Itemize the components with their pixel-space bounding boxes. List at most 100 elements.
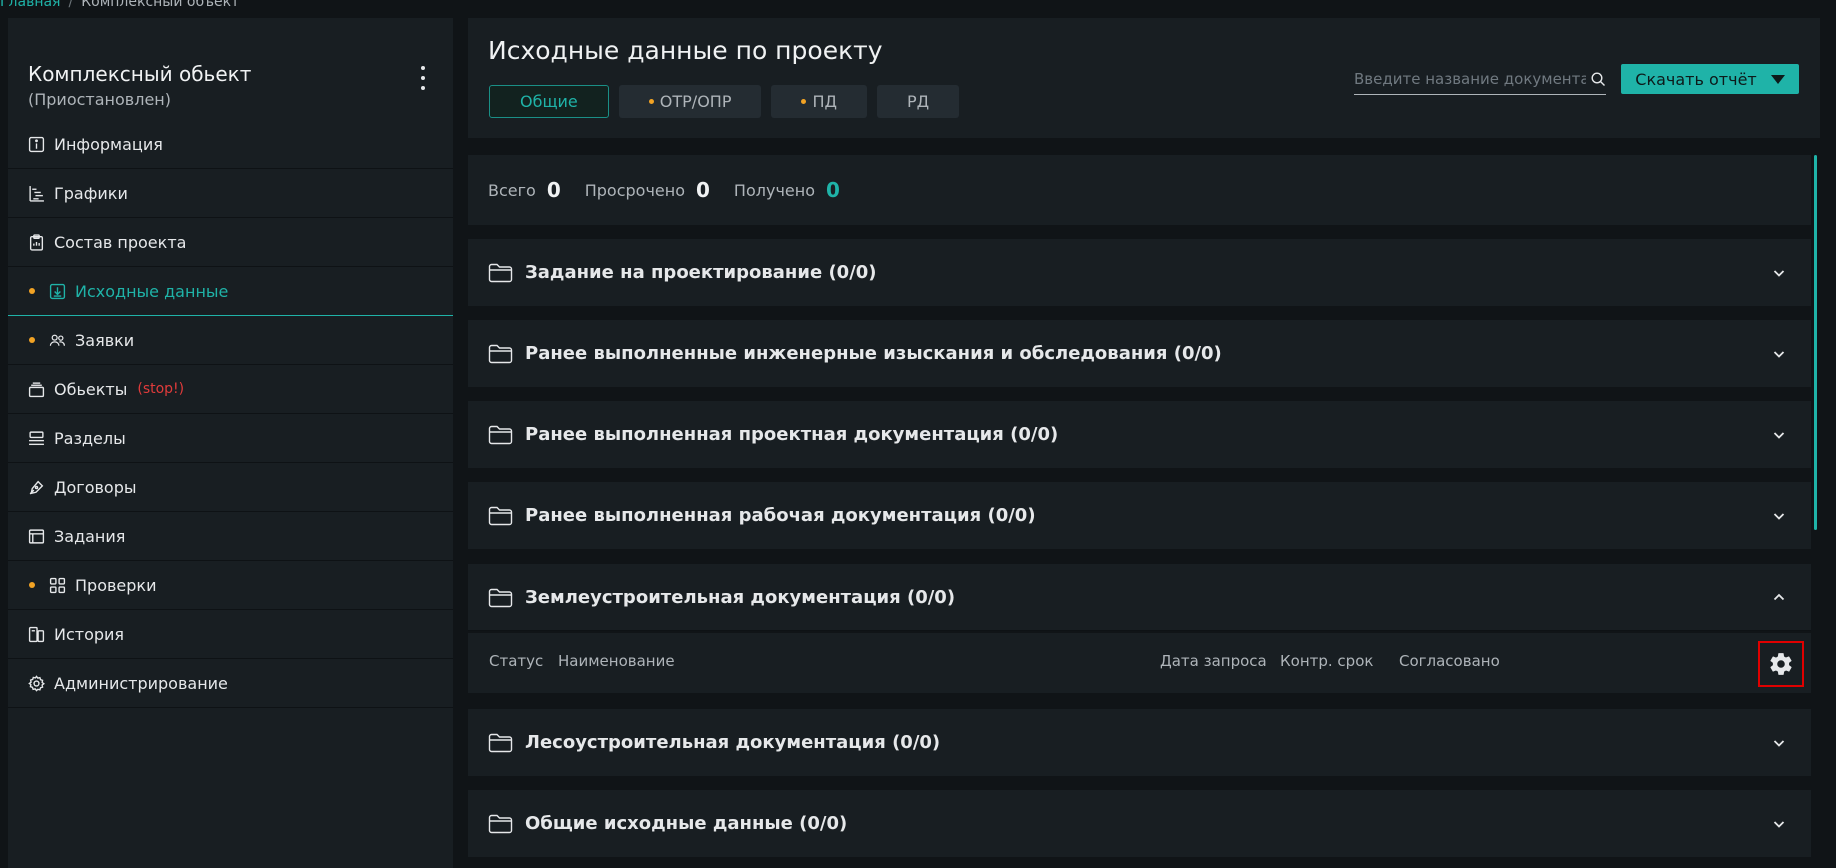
folder-icon — [488, 506, 513, 526]
section-table-header: Статус Наименование Дата запроса Контр. … — [468, 633, 1811, 693]
status-dot — [648, 99, 654, 104]
download-icon — [48, 282, 67, 301]
gear-icon — [1770, 653, 1792, 675]
section-title: Лесоустроительная документация (0/0) — [525, 732, 941, 753]
folder-icon — [488, 733, 513, 753]
tab-pd[interactable]: ПД — [771, 85, 867, 118]
section-title: Задание на проектирование (0/0) — [525, 262, 877, 283]
status-dot — [801, 99, 807, 104]
clipboard-icon — [27, 233, 46, 252]
overdue-label: Просрочено — [584, 180, 685, 200]
total-label: Всего — [488, 180, 536, 200]
history-icon — [27, 625, 46, 644]
tab-otr-opr[interactable]: ОТР/ОПР — [618, 85, 762, 118]
stop-badge: (stop!) — [137, 381, 185, 397]
section-forest-management[interactable]: Лесоустроительная документация (0/0) — [468, 709, 1811, 776]
sidebar-item-composition[interactable]: Состав проекта — [8, 218, 453, 267]
chevron-down-icon[interactable] — [1772, 428, 1786, 442]
chevron-down-icon[interactable] — [1772, 817, 1786, 831]
status-dot — [29, 582, 35, 588]
section-working-documentation[interactable]: Ранее выполненная рабочая документация (… — [468, 482, 1811, 549]
sidebar-item-label: Договоры — [54, 477, 137, 497]
document-search — [1354, 63, 1606, 95]
section-title: Ранее выполненная рабочая документация (… — [525, 505, 1036, 526]
folder-icon — [488, 814, 513, 834]
sidebar-item-charts[interactable]: Графики — [8, 169, 453, 218]
search-icon[interactable] — [1590, 71, 1606, 87]
gear-icon — [27, 674, 46, 693]
status-dot — [29, 337, 35, 343]
sidebar-header: Комплексный обьект (Приостановлен) — [8, 18, 453, 120]
column-agreed[interactable]: Согласовано — [1399, 652, 1500, 670]
users-icon — [48, 331, 67, 350]
sidebar-item-label: Задания — [54, 526, 126, 546]
breadcrumb-separator: / — [68, 0, 74, 10]
chevron-down-icon[interactable] — [1772, 509, 1786, 523]
received-label: Получено — [733, 180, 815, 200]
project-status: (Приостановлен) — [28, 90, 171, 109]
scrollbar[interactable] — [1814, 155, 1817, 530]
sidebar-item-objects[interactable]: Обьекты (stop!) — [8, 365, 453, 414]
overdue-value: 0 — [696, 178, 710, 202]
column-name[interactable]: Наименование — [558, 652, 675, 670]
column-request-date[interactable]: Дата запроса — [1160, 652, 1267, 670]
tab-label: ПД — [812, 92, 837, 111]
tab-label: Общие — [520, 92, 578, 111]
section-title: Общие исходные данные (0/0) — [525, 813, 848, 834]
more-options-icon[interactable] — [417, 66, 429, 90]
project-title: Комплексный обьект — [28, 62, 252, 86]
sidebar: Комплексный обьект (Приостановлен) Инфор… — [8, 18, 453, 868]
tab-rd[interactable]: РД — [877, 85, 960, 118]
breadcrumb: Главная / Комплексный объект — [0, 0, 240, 10]
chevron-down-icon[interactable] — [1772, 736, 1786, 750]
sidebar-item-requests[interactable]: Заявки — [8, 316, 453, 365]
chevron-up-icon[interactable] — [1772, 590, 1786, 604]
tab-label: РД — [907, 92, 930, 111]
sidebar-item-label: Обьекты — [54, 379, 128, 399]
sidebar-item-admin[interactable]: Администрирование — [8, 659, 453, 708]
folder-icon — [488, 263, 513, 283]
column-deadline[interactable]: Контр. срок — [1280, 652, 1373, 670]
section-engineering-surveys[interactable]: Ранее выполненные инженерные изыскания и… — [468, 320, 1811, 387]
section-title: Ранее выполненная проектная документация… — [525, 424, 1059, 445]
sidebar-item-label: История — [54, 624, 125, 644]
sidebar-item-contracts[interactable]: Договоры — [8, 463, 453, 512]
chevron-down-icon[interactable] — [1772, 347, 1786, 361]
total-value: 0 — [546, 178, 561, 202]
breadcrumb-current: Комплексный объект — [81, 0, 240, 10]
grid-icon — [48, 576, 67, 595]
info-icon — [27, 135, 46, 154]
section-title: Ранее выполненные инженерные изыскания и… — [525, 343, 1222, 364]
sidebar-item-label: Проверки — [75, 575, 157, 595]
chart-icon — [27, 184, 46, 203]
breadcrumb-home-link[interactable]: Главная — [0, 0, 60, 10]
header-card: Исходные данные по проекту Общие ОТР/ОПР… — [468, 18, 1820, 138]
sidebar-item-history[interactable]: История — [8, 610, 453, 659]
tasks-icon — [27, 527, 46, 546]
section-design-documentation[interactable]: Ранее выполненная проектная документация… — [468, 401, 1811, 468]
sidebar-item-source-data[interactable]: Исходные данные — [8, 267, 453, 316]
caret-down-icon — [1770, 74, 1785, 84]
page-title: Исходные данные по проекту — [488, 36, 883, 65]
chevron-down-icon[interactable] — [1772, 266, 1786, 280]
sidebar-item-sections[interactable]: Разделы — [8, 414, 453, 463]
stack-icon — [27, 380, 46, 399]
download-report-label: Скачать отчёт — [1635, 69, 1757, 89]
section-general-source-data[interactable]: Общие исходные данные (0/0) — [468, 790, 1811, 857]
tab-general[interactable]: Общие — [489, 85, 609, 118]
section-land-management[interactable]: Землеустроительная документация (0/0) — [468, 564, 1811, 631]
sidebar-item-tasks[interactable]: Задания — [8, 512, 453, 561]
received-value: 0 — [825, 178, 840, 202]
sidebar-item-info[interactable]: Информация — [8, 120, 453, 169]
download-report-button[interactable]: Скачать отчёт — [1621, 64, 1799, 94]
sidebar-item-label: Графики — [54, 183, 128, 203]
status-dot — [29, 288, 35, 294]
tab-label: ОТР/ОПР — [659, 92, 732, 111]
sidebar-item-label: Заявки — [75, 330, 135, 350]
folder-icon — [488, 588, 513, 607]
search-input[interactable] — [1354, 69, 1586, 88]
sidebar-item-checks[interactable]: Проверки — [8, 561, 453, 610]
table-settings-button[interactable] — [1758, 641, 1804, 687]
column-status[interactable]: Статус — [489, 652, 543, 670]
section-design-assignment[interactable]: Задание на проектирование (0/0) — [468, 239, 1811, 306]
